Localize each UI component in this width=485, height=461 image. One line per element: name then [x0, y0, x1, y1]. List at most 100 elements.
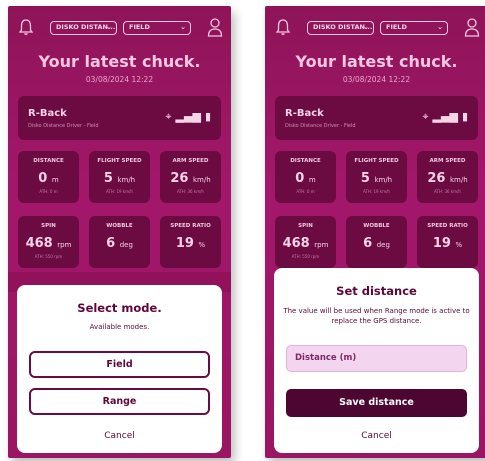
stat-label: DISTANCE: [290, 158, 321, 164]
stat-card-wobble: WOBBLE 6 deg: [346, 216, 407, 268]
stat-ath: ATH: 19 km/h: [106, 189, 133, 194]
stat-value: 19: [432, 236, 451, 251]
device-status-icons: ⌖ ▂▄▆ ▮: [161, 110, 211, 124]
stat-ath: ATH: 550 rpm: [34, 254, 63, 259]
stat-value: 26: [427, 171, 446, 186]
stat-card-arm-speed: ARM SPEED 26 km/h ATH: 36 km/h: [160, 151, 221, 203]
stat-unit: km/h: [192, 176, 211, 184]
sheet-subtitle: The value will be used when Range mode i…: [283, 307, 470, 325]
stat-label: SPIN: [41, 223, 56, 229]
stat-unit: m: [51, 176, 59, 184]
stat-card-flight-speed: FLIGHT SPEED 5 km/h ATH: 19 km/h: [89, 151, 150, 203]
stat-ath: ATH: 0 m: [39, 189, 58, 194]
stat-ath: ATH: 36 km/h: [177, 189, 204, 194]
device-name: R-Back: [285, 108, 324, 119]
sheet-title: Select mode.: [77, 301, 162, 315]
bell-icon[interactable]: [275, 18, 291, 36]
stat-label: ARM SPEED: [172, 158, 209, 164]
stat-label: SPEED RATIO: [427, 223, 468, 229]
stat-value: 6: [363, 236, 373, 251]
driver-dropdown[interactable]: DISKO DISTAN... ⌄: [50, 21, 117, 35]
range-mode-button[interactable]: Range: [29, 388, 210, 415]
save-distance-button[interactable]: Save distance: [286, 389, 467, 417]
stat-card-speed-ratio: SPEED RATIO 19 %: [417, 216, 478, 268]
stat-value: 19: [175, 236, 194, 251]
stat-label: ARM SPEED: [429, 158, 466, 164]
stat-value: 0: [295, 171, 305, 186]
stat-card-wobble: WOBBLE 6 deg: [89, 216, 150, 268]
stat-card-flight-speed: FLIGHT SPEED 5 km/h ATH: 19 km/h: [346, 151, 407, 203]
stat-value: 468: [282, 236, 310, 251]
stat-value: 5: [103, 171, 113, 186]
stat-ath: ATH: 36 km/h: [434, 189, 461, 194]
stat-ath: ATH: 550 rpm: [291, 254, 320, 259]
page-title: Your latest chuck.: [38, 52, 201, 71]
mode-dropdown-value: FIELD: [386, 23, 407, 31]
stat-label: WOBBLE: [363, 223, 390, 229]
stat-card-speed-ratio: SPEED RATIO 19 %: [160, 216, 221, 268]
signal-icon: ▂▄▆: [432, 110, 458, 123]
stat-ath: ATH: 19 km/h: [363, 189, 390, 194]
chuck-datetime: 03/08/2024 12:22: [342, 75, 411, 84]
chevron-down-icon: ⌄: [437, 23, 443, 31]
set-distance-sheet: Set distance The value will be used when…: [274, 268, 479, 453]
chevron-down-icon: ⌄: [106, 23, 112, 31]
top-bar: DISKO DISTAN... ⌄ FIELD ⌄: [265, 14, 485, 40]
mode-dropdown[interactable]: FIELD ⌄: [123, 21, 191, 35]
gps-icon: ⌖: [422, 110, 429, 123]
battery-icon: ▮: [204, 110, 211, 123]
stat-unit: rpm: [314, 241, 329, 249]
stat-label: SPEED RATIO: [170, 223, 211, 229]
field-mode-button[interactable]: Field: [29, 351, 210, 378]
device-card[interactable]: R-Back Disko Distance Driver - Field ⌖ ▂▄…: [18, 96, 221, 140]
chevron-down-icon: ⌄: [180, 23, 186, 31]
device-status-icons: ⌖ ▂▄▆ ▮: [418, 110, 468, 124]
stat-card-arm-speed: ARM SPEED 26 km/h ATH: 36 km/h: [417, 151, 478, 203]
stat-unit: km/h: [449, 176, 468, 184]
cancel-button[interactable]: Cancel: [274, 431, 479, 441]
gps-icon: ⌖: [165, 110, 172, 123]
user-icon[interactable]: [207, 17, 223, 37]
stat-label: SPIN: [298, 223, 313, 229]
stat-card-spin: SPIN 468 rpm ATH: 550 rpm: [275, 216, 336, 268]
stat-unit: %: [198, 241, 206, 249]
device-subtitle: Disko Distance Driver - Field: [285, 123, 356, 129]
stat-value: 0: [38, 171, 48, 186]
mode-dropdown[interactable]: FIELD ⌄: [380, 21, 448, 35]
sheet-title: Set distance: [336, 284, 417, 298]
stat-unit: km/h: [374, 176, 393, 184]
signal-icon: ▂▄▆: [175, 110, 201, 123]
stat-card-spin: SPIN 468 rpm ATH: 550 rpm: [18, 216, 79, 268]
mode-dropdown-value: FIELD: [129, 23, 150, 31]
stat-label: FLIGHT SPEED: [97, 158, 142, 164]
distance-input[interactable]: Distance (m): [286, 345, 467, 372]
device-subtitle: Disko Distance Driver - Field: [28, 123, 99, 129]
device-name: R-Back: [28, 108, 67, 119]
stat-unit: deg: [119, 241, 133, 249]
stat-value: 6: [106, 236, 116, 251]
stat-card-distance: DISTANCE 0 m ATH: 0 m: [275, 151, 336, 203]
stat-unit: m: [308, 176, 316, 184]
driver-dropdown[interactable]: DISKO DISTAN... ⌄: [307, 21, 374, 35]
stat-unit: rpm: [57, 241, 72, 249]
select-mode-sheet: Select mode. Available modes. Field Rang…: [17, 285, 222, 453]
stat-card-distance: DISTANCE 0 m ATH: 0 m: [18, 151, 79, 203]
stat-label: WOBBLE: [106, 223, 133, 229]
stat-value: 468: [25, 236, 53, 251]
stat-value: 26: [170, 171, 189, 186]
screen-select-mode: DISKO DISTAN... ⌄ FIELD ⌄ Your latest ch…: [8, 6, 231, 458]
stat-unit: %: [455, 241, 463, 249]
device-card[interactable]: R-Back Disko Distance Driver - Field ⌖ ▂▄…: [275, 96, 478, 140]
stat-ath: ATH: 0 m: [296, 189, 315, 194]
stat-unit: km/h: [117, 176, 136, 184]
sheet-subtitle: Available modes.: [89, 323, 150, 331]
stat-label: FLIGHT SPEED: [354, 158, 399, 164]
screen-set-distance: DISKO DISTAN... ⌄ FIELD ⌄ Your latest ch…: [265, 6, 485, 458]
stat-unit: deg: [376, 241, 390, 249]
bell-icon[interactable]: [18, 18, 34, 36]
battery-icon: ▮: [461, 110, 468, 123]
user-icon[interactable]: [464, 17, 480, 37]
top-bar: DISKO DISTAN... ⌄ FIELD ⌄: [8, 14, 231, 40]
cancel-button[interactable]: Cancel: [17, 431, 222, 441]
chuck-datetime: 03/08/2024 12:22: [85, 75, 154, 84]
